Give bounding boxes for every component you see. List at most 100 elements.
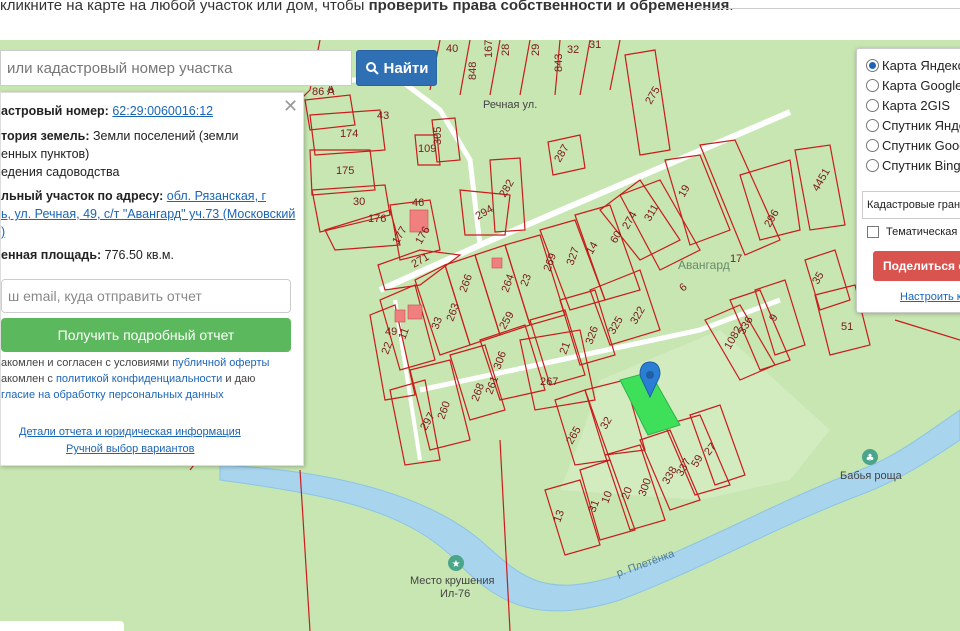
parcel-number-label: 268 — [470, 382, 488, 403]
light-area — [560, 330, 830, 500]
map-type-option[interactable]: Карта 2GIS — [866, 96, 950, 114]
parcel-number-label: 14 — [584, 240, 601, 257]
parcel-number-label: 31 — [589, 40, 601, 51]
map-type-option[interactable]: Карта Google — [866, 76, 960, 94]
parcel-number-label: 51 — [841, 321, 853, 333]
poi-icon-grove: ♣ — [862, 449, 878, 465]
privacy-policy-link[interactable]: политикой конфиденциальности — [56, 373, 222, 385]
parcel-number-label: 176 — [368, 213, 386, 225]
address-row-3: ) — [1, 225, 6, 239]
street-label: Речная ул. — [483, 99, 537, 111]
public-offer-link[interactable]: публичной оферты — [172, 357, 269, 369]
parcel-number-label: 1082 — [722, 324, 745, 351]
checkbox-icon[interactable] — [867, 226, 879, 238]
parcel-number-label: 46 — [412, 197, 424, 209]
poi-label-crash-line1: Место крушения — [410, 575, 494, 587]
parcel-number-label: 275 — [643, 85, 663, 107]
parcel-number-label: 287 — [552, 143, 572, 165]
parcel-number-label: 49 — [385, 326, 397, 338]
map-type-option[interactable]: Карта Яндекс — [866, 56, 960, 74]
parcel-number-label: 17 — [730, 253, 742, 265]
parcel-info-panel: ✕ астровый номер: 62:29:0060016:12 тория… — [0, 92, 304, 466]
setup-link[interactable]: Настроить к — [900, 291, 960, 303]
road — [300, 77, 483, 246]
parcel-number-label: 260 — [436, 400, 454, 421]
cadastral-number-link[interactable]: 62:29:0060016:12 — [112, 104, 213, 118]
svg-text:♣: ♣ — [866, 453, 875, 464]
instruction-text: кликните на карте на любой участок или д… — [0, 0, 734, 14]
parcel-number-label: 29 — [530, 44, 542, 56]
manual-selection-link[interactable]: Ручной выбор вариантов — [66, 443, 194, 455]
map-type-option[interactable]: Спутник Bing — [866, 156, 960, 174]
share-button[interactable]: Поделиться с — [873, 251, 960, 281]
search-button-label: Найти — [383, 59, 429, 77]
map-type-label: Карта Яндекс — [882, 57, 960, 73]
instruction-bar: кликните на карте на любой участок или д… — [0, 0, 960, 40]
parcel-number-label: 33 — [430, 315, 445, 331]
map-type-option[interactable]: Спутник Google — [866, 136, 960, 154]
parcel-number-label: 263 — [445, 302, 463, 323]
parcel-number-label: 40 — [446, 43, 458, 55]
terms-line-2: акомлен с политикой конфиденциальности и… — [1, 373, 256, 385]
get-report-button[interactable]: Получить подробный отчет — [1, 318, 291, 352]
land-category-row-2: енных пунктов) — [1, 147, 90, 161]
radio-icon[interactable] — [866, 158, 879, 172]
radio-icon[interactable] — [866, 138, 879, 152]
parcel-number-label: 19 — [676, 183, 693, 200]
divider — [690, 8, 960, 9]
radio-icon[interactable] — [866, 58, 879, 72]
address-row-2: ь, ул. Речная, 49, с/т "Авангард" уч.73 … — [1, 207, 296, 221]
parcel-number-label: 28 — [500, 44, 512, 56]
radio-icon[interactable] — [866, 78, 879, 92]
parcel-number-label: 274 — [620, 210, 640, 232]
parcel-number-label: 21 — [558, 340, 573, 356]
address-row: льный участок по адресу: обл. Рязанская,… — [1, 189, 267, 203]
search-input[interactable] — [0, 50, 352, 86]
map-type-label: Спутник Google — [882, 137, 960, 153]
svg-text:★: ★ — [452, 559, 461, 570]
parcel-number-label: 282 — [497, 178, 517, 200]
report-details-link[interactable]: Детали отчета и юридическая информация — [19, 426, 241, 438]
parcel-number-label: 266 — [458, 273, 476, 294]
address-link[interactable]: обл. Рязанская, г — [167, 189, 266, 203]
parcel-number-label: 32 — [567, 44, 579, 56]
parcel-number-label: 305 — [432, 127, 444, 145]
map-type-label: Карта 2GIS — [882, 97, 951, 113]
search-icon — [365, 62, 379, 75]
parcel-boundaries[interactable] — [189, 40, 960, 631]
email-field[interactable] — [1, 279, 291, 313]
poi-icon-crash-site: ★ — [448, 555, 464, 571]
parcel-number-label: 848 — [467, 62, 479, 80]
terms-line-3: гласие на обработку персональных данных — [1, 387, 224, 403]
parcel-number-label: 177 — [390, 225, 410, 247]
parcel-number-label: 306 — [492, 350, 510, 371]
map-type-option[interactable]: Спутник Яндекс — [866, 116, 960, 134]
data-consent-link[interactable]: гласие на обработку персональных данных — [1, 389, 224, 401]
parcel-number-label: 269 — [542, 252, 560, 273]
parcel-number-label: 13 — [552, 508, 567, 524]
parcel-number-label: 4451 — [810, 166, 833, 193]
land-use-row: едения садоводства — [1, 165, 120, 179]
layers-panel: Карта Яндекс Карта Google Карта 2GIS Спутни… — [856, 48, 960, 313]
parcel-number-label: 327 — [565, 246, 583, 267]
poi-label-grove: Бабья роща — [840, 470, 903, 482]
parcel-number-label: 322 — [628, 305, 648, 327]
parcel-number-label: 60 — [608, 229, 625, 246]
parcel-number-label: 326 — [584, 325, 602, 346]
search-button[interactable]: Найти — [356, 50, 437, 86]
parcel-number-label: 325 — [606, 315, 626, 337]
close-icon[interactable]: ✕ — [283, 97, 298, 115]
area-row: енная площадь: 776.50 кв.м. — [1, 248, 174, 262]
parcel-number-label: 267 — [540, 376, 558, 388]
parcel-number-label: 11 — [397, 326, 412, 341]
parcel-number-label: 264 — [500, 273, 518, 294]
parcel-number-label: 23 — [519, 272, 534, 288]
thematic-checkbox[interactable]: Тематическая — [867, 226, 957, 238]
map-type-label: Карта Google — [882, 77, 960, 93]
parcel-number-label: 6 — [677, 281, 689, 294]
radio-icon[interactable] — [866, 118, 879, 132]
radio-icon[interactable] — [866, 98, 879, 112]
map-type-label: Спутник Яндекс — [882, 117, 960, 133]
layer-select[interactable]: Кадастровые границы — [862, 191, 960, 219]
parcel-number-label: 296 — [762, 208, 782, 230]
